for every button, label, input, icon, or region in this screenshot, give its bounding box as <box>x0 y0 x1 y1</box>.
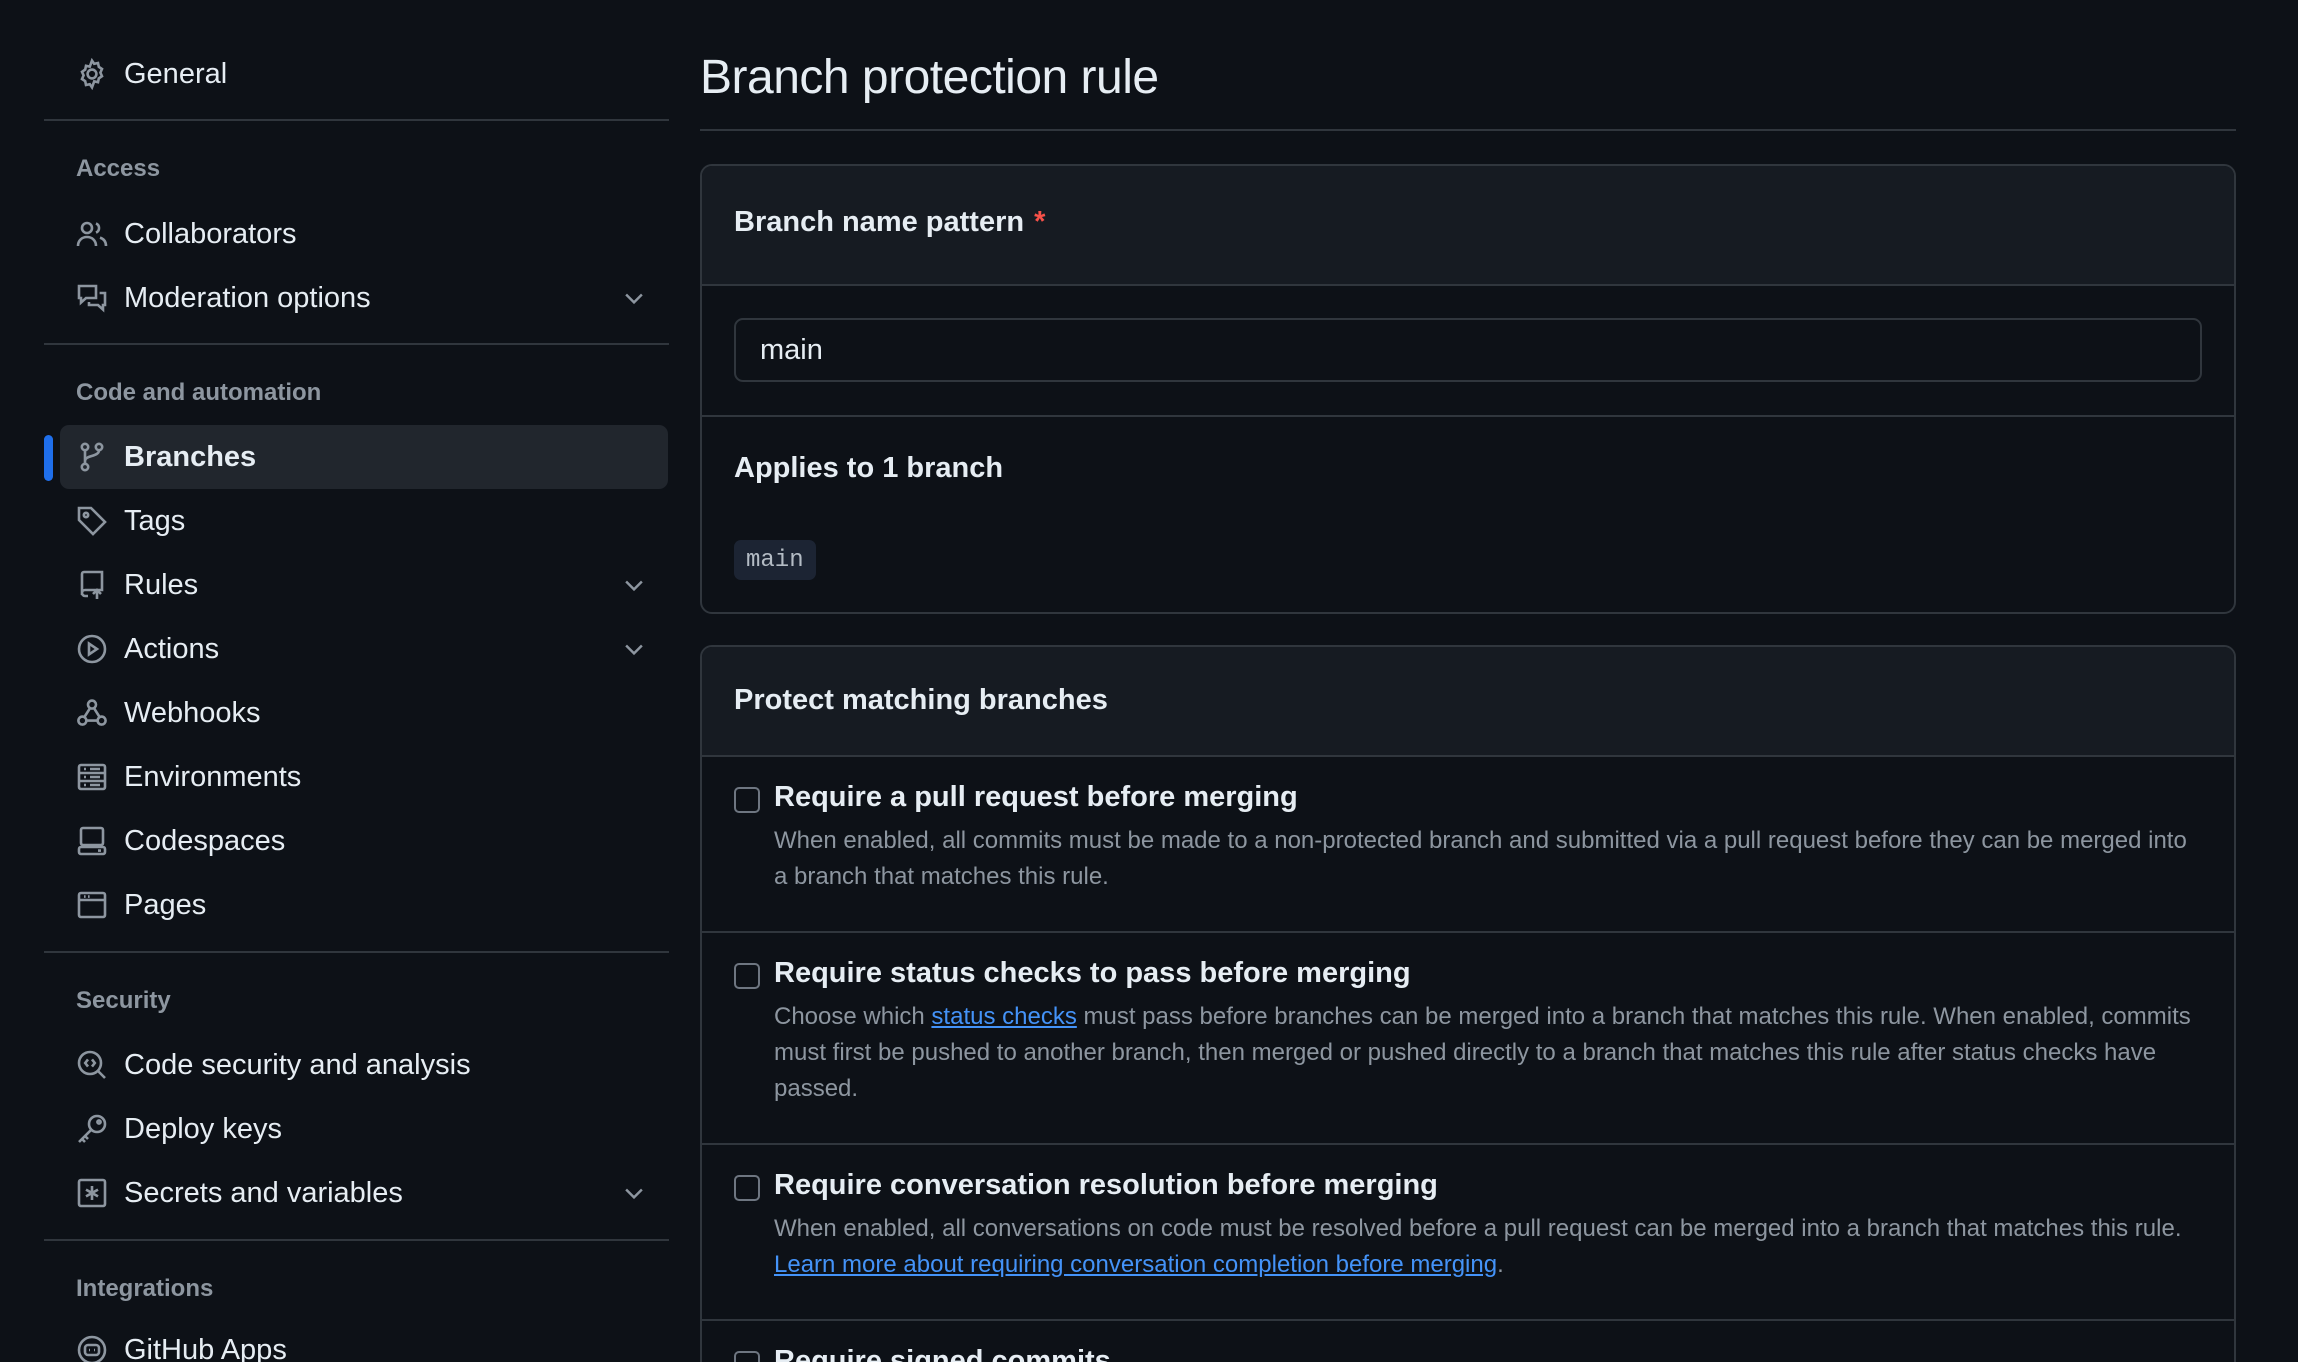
sidebar-item-label: Code security and analysis <box>124 1048 471 1081</box>
sidebar-item-label: Codespaces <box>124 824 286 857</box>
sidebar-item-label: Tags <box>124 504 186 537</box>
applies-to-text: Applies to 1 branch <box>734 452 1004 484</box>
git-branch-icon <box>76 441 108 473</box>
sidebar-item-label: Deploy keys <box>124 1112 282 1145</box>
option-title: Require conversation resolution before m… <box>774 1169 1438 1201</box>
status-checks-link[interactable]: status checks <box>931 1003 1076 1030</box>
gear-icon <box>76 58 108 90</box>
branch-pattern-label: Branch name pattern * <box>734 206 1045 239</box>
sidebar-item-collaborators[interactable]: Collaborators <box>60 202 668 266</box>
apps-icon <box>76 1334 108 1362</box>
codespaces-icon <box>76 825 108 857</box>
sidebar-item-tags[interactable]: Tags <box>60 489 668 553</box>
option-description: When enabled, all commits must be made t… <box>774 827 2187 890</box>
option-description: When enabled, all conversations on code … <box>774 1211 2194 1283</box>
sidebar-section-integrations: Integrations <box>76 1275 214 1302</box>
sidebar-divider <box>44 951 669 953</box>
sidebar-item-label: Webhooks <box>124 696 261 729</box>
webhook-icon <box>76 697 108 729</box>
active-indicator <box>44 435 53 481</box>
key-asterisk-icon <box>76 1177 108 1209</box>
sidebar-item-codespaces[interactable]: Codespaces <box>60 809 668 873</box>
repo-push-icon <box>76 569 108 601</box>
play-icon <box>76 633 108 665</box>
option-title: Require a pull request before merging <box>774 781 1298 813</box>
sidebar-item-label: General <box>124 57 228 90</box>
sidebar-item-label: Environments <box>124 760 302 793</box>
title-divider <box>700 129 2236 131</box>
option-desc-text: When enabled, all conversations on code … <box>774 1215 2182 1242</box>
option-title: Require signed commits <box>774 1345 1111 1362</box>
branch-pattern-label-text: Branch name pattern <box>734 206 1025 238</box>
sidebar-item-github-apps[interactable]: GitHub Apps <box>60 1318 668 1362</box>
require-signed-commits-checkbox[interactable] <box>734 1351 760 1362</box>
option-title: Require status checks to pass before mer… <box>774 957 1411 989</box>
chevron-down-icon[interactable] <box>620 1179 648 1207</box>
sidebar-item-general[interactable]: General <box>60 42 668 106</box>
option-require-conversation-resolution: Require conversation resolution before m… <box>702 1145 2234 1320</box>
row-divider <box>702 415 2234 417</box>
learn-more-link[interactable]: Learn more about requiring conversation … <box>774 1251 1497 1278</box>
people-icon <box>76 218 108 250</box>
sidebar-item-deploy-keys[interactable]: Deploy keys <box>60 1097 668 1161</box>
option-require-pull-request: Require a pull request before merging Wh… <box>702 757 2234 932</box>
require-pr-checkbox[interactable] <box>734 787 760 813</box>
server-icon <box>76 761 108 793</box>
sidebar-item-label: Secrets and variables <box>124 1176 403 1209</box>
codescan-icon <box>76 1049 108 1081</box>
require-conversation-checkbox[interactable] <box>734 1175 760 1201</box>
browser-icon <box>76 889 108 921</box>
required-indicator: * <box>1034 206 1046 238</box>
chevron-down-icon[interactable] <box>620 571 648 599</box>
sidebar-item-moderation[interactable]: Moderation options <box>60 266 668 330</box>
settings-page: General Access Collaborators Moderation … <box>0 0 2298 1362</box>
sidebar-item-label: GitHub Apps <box>124 1333 287 1362</box>
branch-pattern-input[interactable] <box>734 318 2202 382</box>
sidebar-item-environments[interactable]: Environments <box>60 745 668 809</box>
sidebar-item-label: Branches <box>124 440 257 473</box>
sidebar-item-actions[interactable]: Actions <box>60 617 668 681</box>
sidebar-item-label: Rules <box>124 568 199 601</box>
sidebar-item-pages[interactable]: Pages <box>60 873 668 937</box>
comment-discussion-icon <box>76 282 108 314</box>
sidebar-section-security: Security <box>76 987 171 1014</box>
sidebar-item-label: Collaborators <box>124 217 297 250</box>
sidebar-item-rules[interactable]: Rules <box>60 553 668 617</box>
sidebar-item-webhooks[interactable]: Webhooks <box>60 681 668 745</box>
sidebar-divider <box>44 119 669 121</box>
option-desc-text: Choose which <box>774 1003 932 1030</box>
option-require-signed-commits: Require signed commits <box>702 1321 2234 1362</box>
chevron-down-icon[interactable] <box>620 635 648 663</box>
protect-branches-box: Protect matching branches Require a pull… <box>700 645 2236 1362</box>
sidebar-item-secrets[interactable]: Secrets and variables <box>60 1161 668 1225</box>
matching-branch-chip: main <box>734 540 816 580</box>
require-status-checks-checkbox[interactable] <box>734 963 760 989</box>
sidebar-divider <box>44 343 669 345</box>
option-description: Choose which status checks must pass bef… <box>774 999 2194 1107</box>
sidebar-item-code-security[interactable]: Code security and analysis <box>60 1033 668 1097</box>
tag-icon <box>76 505 108 537</box>
option-require-status-checks: Require status checks to pass before mer… <box>702 933 2234 1143</box>
branch-pattern-header: Branch name pattern * <box>702 166 2234 286</box>
chevron-down-icon[interactable] <box>620 284 648 312</box>
option-desc-text: . <box>1497 1251 1504 1278</box>
key-icon <box>76 1113 108 1145</box>
sidebar-section-code: Code and automation <box>76 379 322 406</box>
protect-branches-heading: Protect matching branches <box>734 684 1108 716</box>
sidebar-item-branches[interactable]: Branches <box>60 425 668 489</box>
branch-pattern-box: Branch name pattern * Applies to 1 branch… <box>700 164 2236 614</box>
protect-branches-header: Protect matching branches <box>702 647 2234 757</box>
page-title: Branch protection rule <box>700 51 1159 104</box>
sidebar-divider <box>44 1239 669 1241</box>
sidebar-section-access: Access <box>76 155 161 182</box>
sidebar-item-label: Pages <box>124 888 207 921</box>
sidebar-item-label: Moderation options <box>124 281 371 314</box>
sidebar-item-label: Actions <box>124 632 220 665</box>
